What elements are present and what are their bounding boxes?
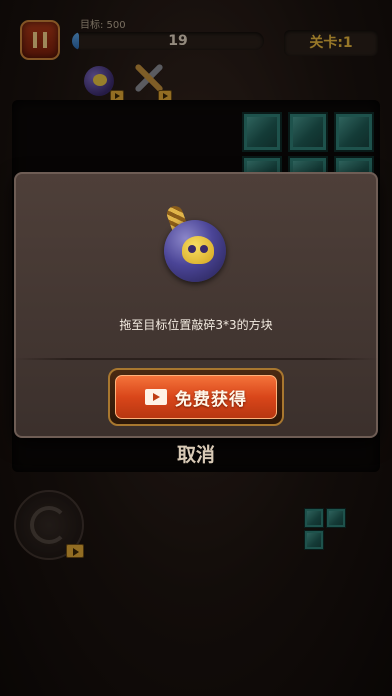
video-icon: [145, 389, 167, 405]
skull-icon: [182, 236, 214, 264]
free-get-button[interactable]: 免费获得: [108, 368, 284, 426]
item-description: 拖至目标位置敲碎3*3的方块: [119, 318, 273, 332]
free-get-label: 免费获得: [175, 389, 247, 410]
cancel-button[interactable]: 取消: [156, 440, 236, 470]
modal-divider: [14, 358, 378, 360]
bomb-icon: [162, 203, 228, 284]
